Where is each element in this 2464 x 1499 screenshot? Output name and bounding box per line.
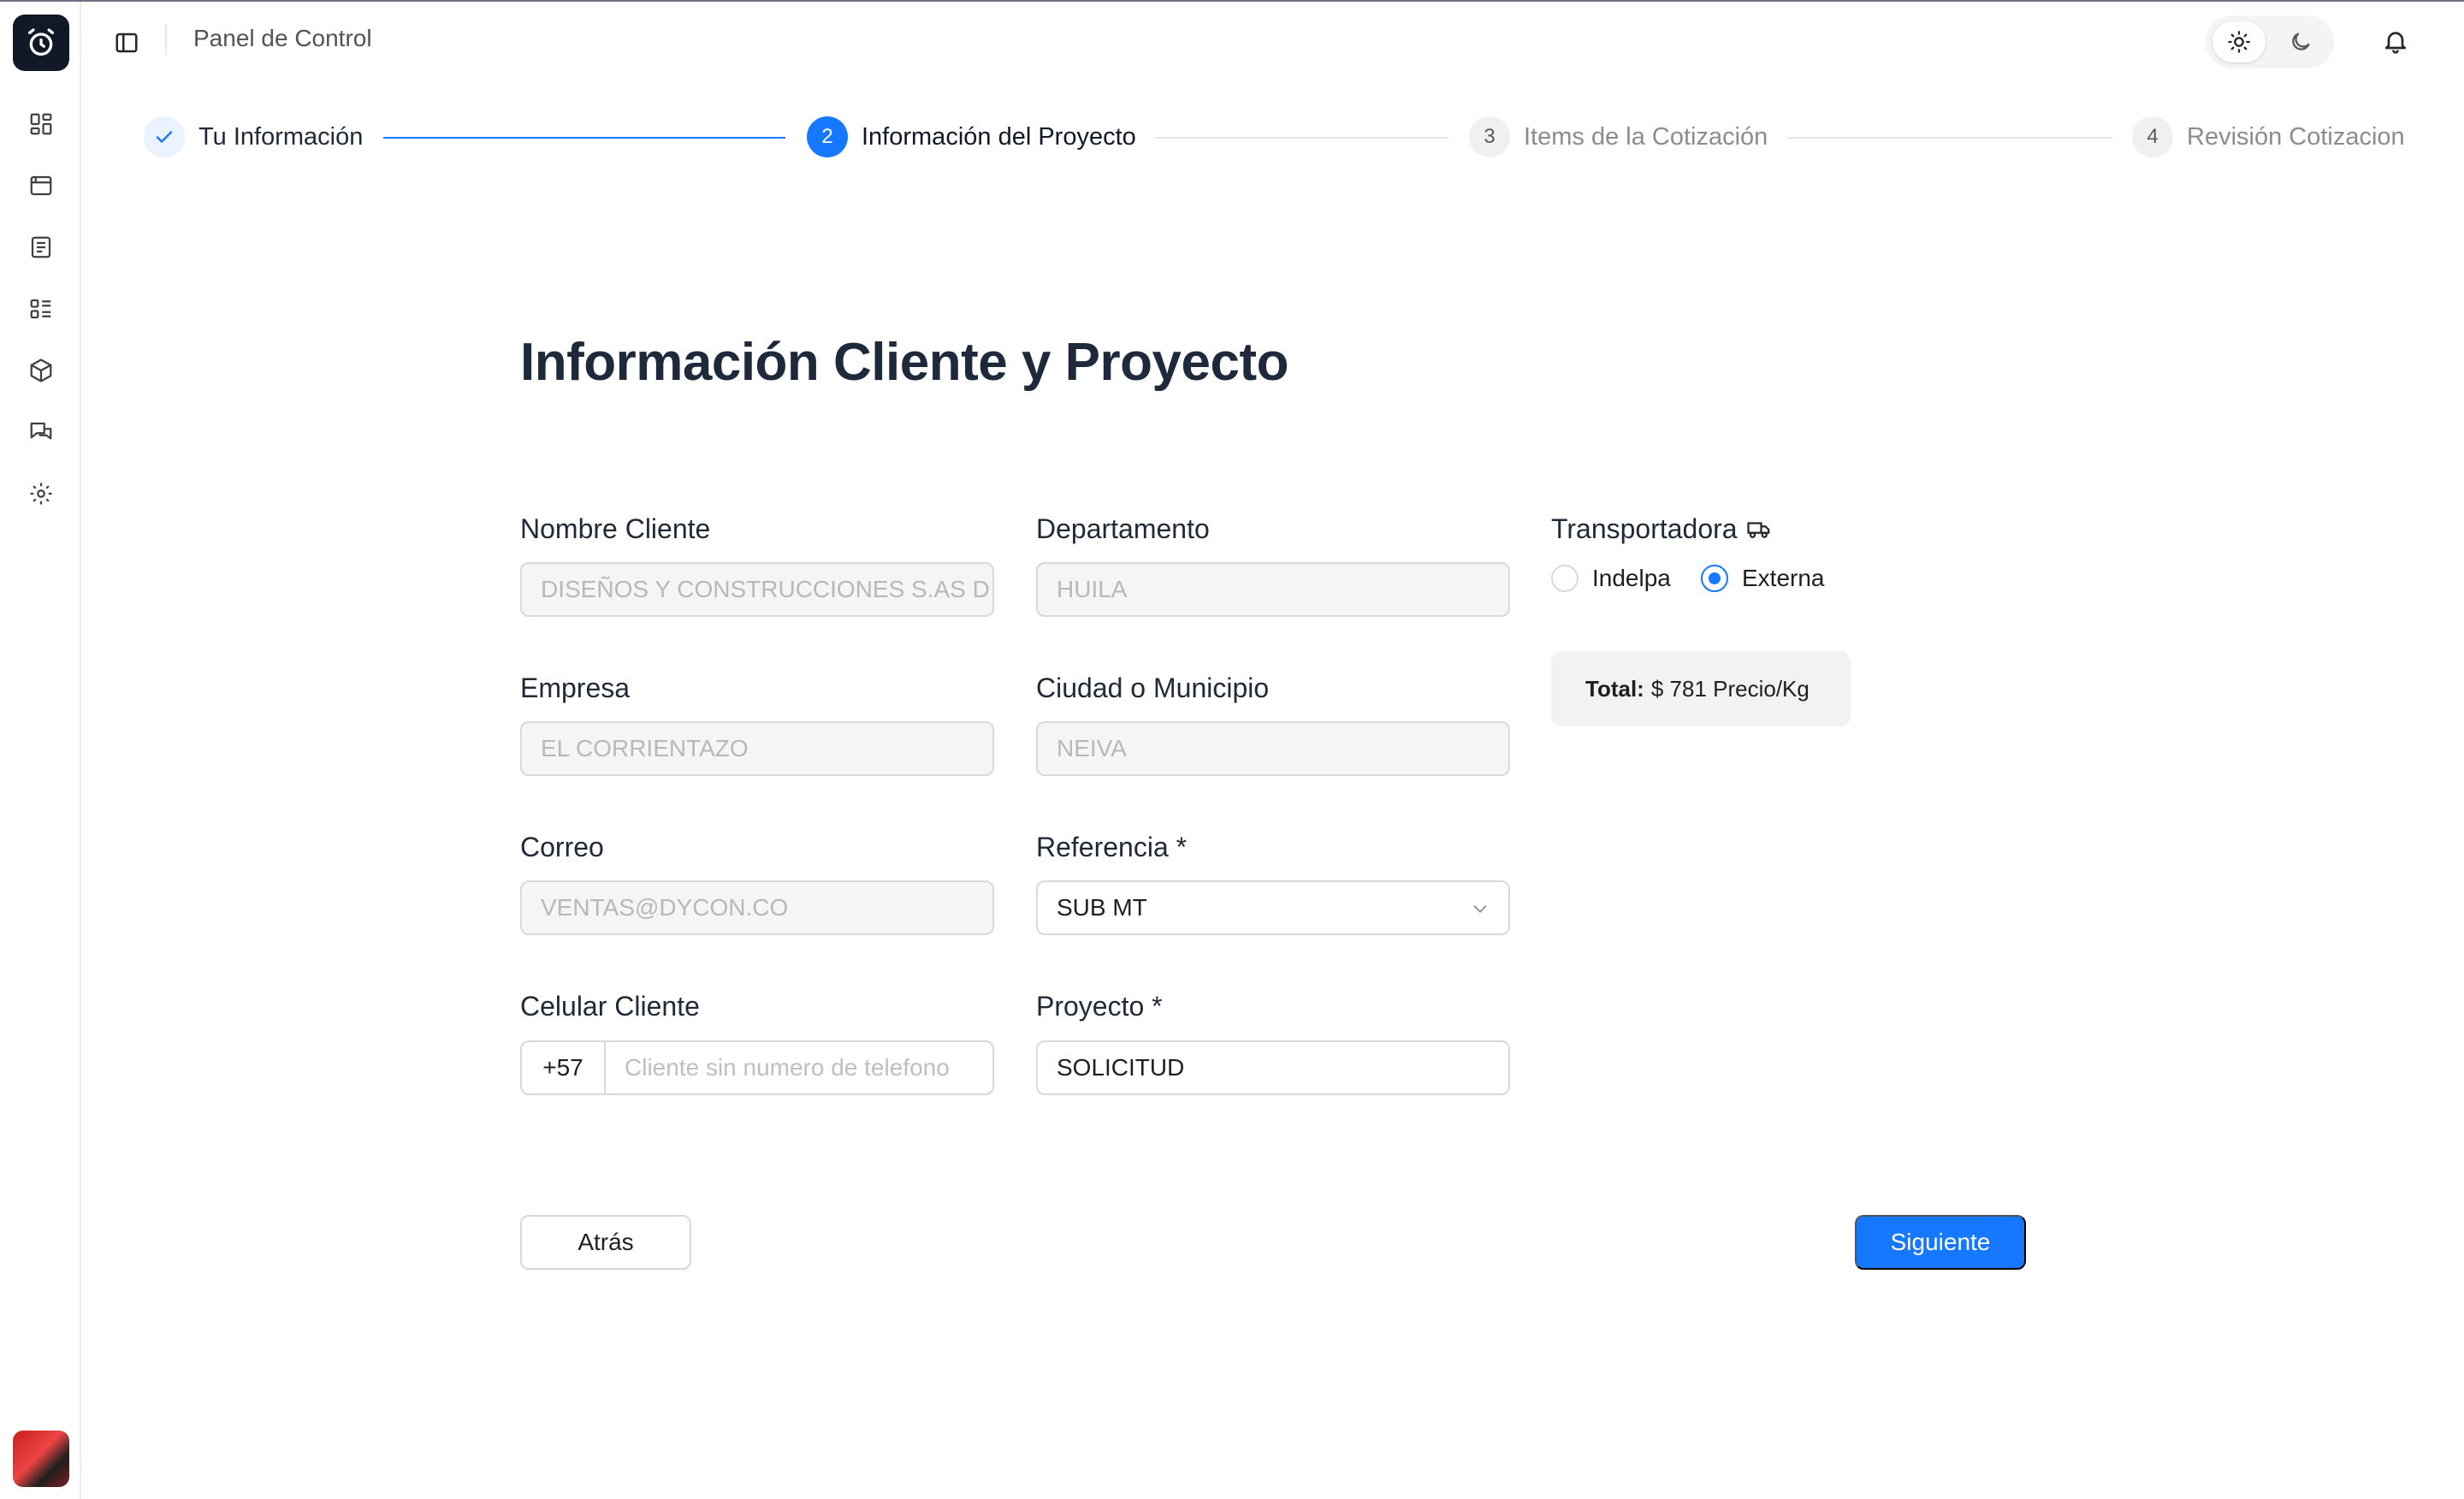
departamento-input[interactable]: HUILA — [1036, 562, 1510, 617]
step-items-cotizacion[interactable]: 3 Items de la Cotización — [1469, 116, 1768, 157]
sidebar-item-settings[interactable] — [25, 477, 57, 510]
gear-icon — [30, 483, 52, 505]
light-theme-button[interactable] — [2212, 21, 2266, 62]
check-icon — [156, 131, 173, 143]
ciudad-input[interactable]: NEIVA — [1036, 721, 1510, 776]
chat-icon — [30, 422, 52, 440]
nombre-cliente-label: Nombre Cliente — [520, 513, 711, 544]
sidebar-item-window[interactable] — [25, 169, 57, 202]
total-value: $ 781 Precio/Kg — [1650, 675, 1810, 702]
sidebar-item-messages[interactable] — [25, 416, 57, 448]
step-informacion-proyecto[interactable]: 2 Información del Proyecto — [807, 116, 1136, 157]
radio-indelpa[interactable]: Indelpa — [1551, 565, 1671, 592]
step-number: 3 — [1469, 116, 1510, 157]
proyecto-label: Proyecto * — [1036, 991, 1163, 1022]
ciudad-label: Ciudad o Municipio — [1036, 672, 1270, 703]
celular-input[interactable]: Cliente sin numero de telefono — [604, 1040, 994, 1095]
header-divider — [165, 24, 167, 55]
celular-label: Celular Cliente — [520, 991, 700, 1022]
back-button[interactable]: Atrás — [520, 1215, 691, 1270]
step-1-check — [144, 116, 185, 157]
app-logo[interactable] — [13, 15, 69, 71]
step-number: 4 — [2132, 116, 2173, 157]
nombre-cliente-input[interactable]: DISEÑOS Y CONSTRUCCIONES S.AS D — [520, 562, 994, 617]
proyecto-input[interactable]: SOLICITUD — [1036, 1040, 1510, 1095]
page-title: Panel de Control — [193, 25, 372, 51]
browser-window-icon — [30, 175, 52, 196]
truck-icon — [1746, 521, 1769, 538]
step-connector — [1156, 137, 1448, 139]
step-label: Items de la Cotización — [1524, 122, 1768, 151]
sidebar-toggle-button[interactable] — [110, 26, 144, 60]
sidebar-item-documents[interactable] — [25, 231, 57, 264]
step-label: Tu Información — [198, 122, 364, 151]
departamento-label: Departamento — [1036, 513, 1210, 544]
referencia-label: Referencia * — [1036, 832, 1188, 862]
list-icon — [30, 299, 51, 319]
phone-country-code: +57 — [520, 1040, 604, 1095]
step-label: Información del Proyecto — [862, 122, 1136, 151]
form-title: Información Cliente y Proyecto — [520, 333, 1289, 392]
alarm-clock-icon — [28, 28, 54, 56]
total-summary: Total: $ 781 Precio/Kg — [1551, 651, 1851, 726]
step-connector-done — [383, 137, 785, 139]
radio-indelpa-control[interactable] — [1551, 565, 1578, 592]
empresa-label: Empresa — [520, 672, 631, 703]
empresa-input[interactable]: EL CORRIENTAZO — [520, 721, 994, 776]
total-label: Total: — [1585, 675, 1644, 702]
transportadora-label-text: Transportadora — [1551, 513, 1738, 544]
sidebar-item-products[interactable] — [25, 354, 57, 387]
radio-externa-label: Externa — [1742, 565, 1825, 591]
sidebar-item-dashboard[interactable] — [25, 108, 57, 140]
dark-theme-button[interactable] — [2274, 21, 2327, 62]
referencia-select[interactable]: SUB MT — [1036, 880, 1510, 935]
notifications-button[interactable] — [2377, 22, 2414, 60]
sun-icon — [2228, 31, 2250, 53]
correo-input[interactable]: VENTAS@DYCON.CO — [520, 880, 994, 935]
sidebar-toggle-icon — [116, 33, 138, 53]
next-button[interactable]: Siguiente — [1855, 1215, 2026, 1270]
sidebar-item-list[interactable] — [25, 293, 57, 325]
step-tu-informacion[interactable]: Tu Información — [144, 116, 363, 157]
window-top-border — [0, 0, 2464, 2]
user-avatar[interactable] — [13, 1431, 69, 1487]
step-connector — [1787, 137, 2112, 139]
dashboard-icon — [30, 113, 52, 135]
referencia-value: SUB MT — [1057, 894, 1147, 921]
radio-externa-control[interactable] — [1701, 565, 1728, 592]
chevron-down-icon — [1473, 905, 1487, 913]
sidebar — [0, 2, 81, 1499]
step-label: Revisión Cotizacion — [2187, 122, 2405, 151]
radio-indelpa-label: Indelpa — [1592, 565, 1671, 591]
theme-switch — [2206, 15, 2334, 68]
bell-icon — [2385, 32, 2406, 54]
box-icon — [30, 358, 52, 382]
step-revision-cotizacion[interactable]: 4 Revisión Cotizacion — [2132, 116, 2405, 157]
moon-icon — [2292, 33, 2310, 50]
radio-externa[interactable]: Externa — [1701, 565, 1825, 592]
correo-label: Correo — [520, 832, 604, 862]
step-number: 2 — [807, 116, 848, 157]
document-icon — [31, 236, 51, 258]
transportadora-label: Transportadora — [1551, 513, 1774, 545]
